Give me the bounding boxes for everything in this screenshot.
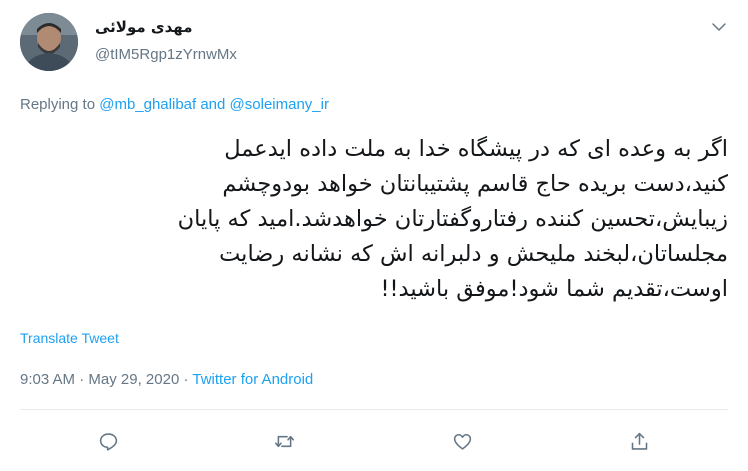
replying-to-label: Replying to [20, 96, 96, 113]
tweet-card: مهدی مولائی @tIM5Rgp1zYrnwMx Replying to… [0, 0, 748, 471]
tweet-source-link[interactable]: Twitter for Android [192, 371, 313, 388]
tweet-text-line: اوست،تقدیم شما شود!موفق باشید!! [380, 276, 728, 302]
action-bar [0, 424, 748, 458]
tweet-metadata: 9:03 AM · May 29, 2020 · Twitter for And… [20, 371, 313, 388]
tweet-text-line: کنید،دست بریده حاج قاسم پشتیبانتان خواهد… [222, 171, 728, 197]
more-options-button[interactable] [708, 16, 730, 38]
translate-tweet-link[interactable]: Translate Tweet [20, 330, 119, 346]
avatar[interactable] [20, 13, 78, 71]
tweet-text: اگر به وعده ای که در پیشگاه خدا به ملت د… [20, 132, 728, 307]
retweet-button[interactable] [267, 424, 301, 458]
divider [20, 409, 728, 410]
tweet-date[interactable]: May 29, 2020 [88, 371, 179, 388]
tweet-text-line: زیبایش،تحسین کننده رفتاروگفتارتان خواهدش… [177, 206, 728, 232]
mention-link[interactable]: @soleimany_ir [230, 96, 329, 113]
mention-link[interactable]: @mb_ghalibaf [99, 96, 196, 113]
reply-icon [99, 432, 117, 451]
tweet-time[interactable]: 9:03 AM [20, 371, 75, 388]
reply-button[interactable] [91, 424, 125, 458]
mention-conjunction[interactable]: and [200, 96, 225, 113]
meta-separator: · [183, 371, 189, 388]
heart-icon [453, 433, 471, 450]
chevron-down-icon [712, 23, 726, 31]
tweet-text-line: اگر به وعده ای که در پیشگاه خدا به ملت د… [224, 136, 728, 162]
meta-separator: · [79, 371, 85, 388]
tweet-text-line: مجلساتان،لبخند ملیحش و دلبرانه اش که نشا… [219, 241, 728, 267]
replying-to: Replying to @mb_ghalibaf and @soleimany_… [20, 96, 329, 113]
like-button[interactable] [445, 424, 479, 458]
share-icon [631, 432, 647, 450]
avatar-image [20, 13, 78, 71]
author-handle[interactable]: @tIM5Rgp1zYrnwMx [95, 46, 237, 63]
author-name[interactable]: مهدی مولائی [95, 18, 193, 36]
retweet-icon [274, 435, 294, 447]
share-button[interactable] [622, 424, 656, 458]
